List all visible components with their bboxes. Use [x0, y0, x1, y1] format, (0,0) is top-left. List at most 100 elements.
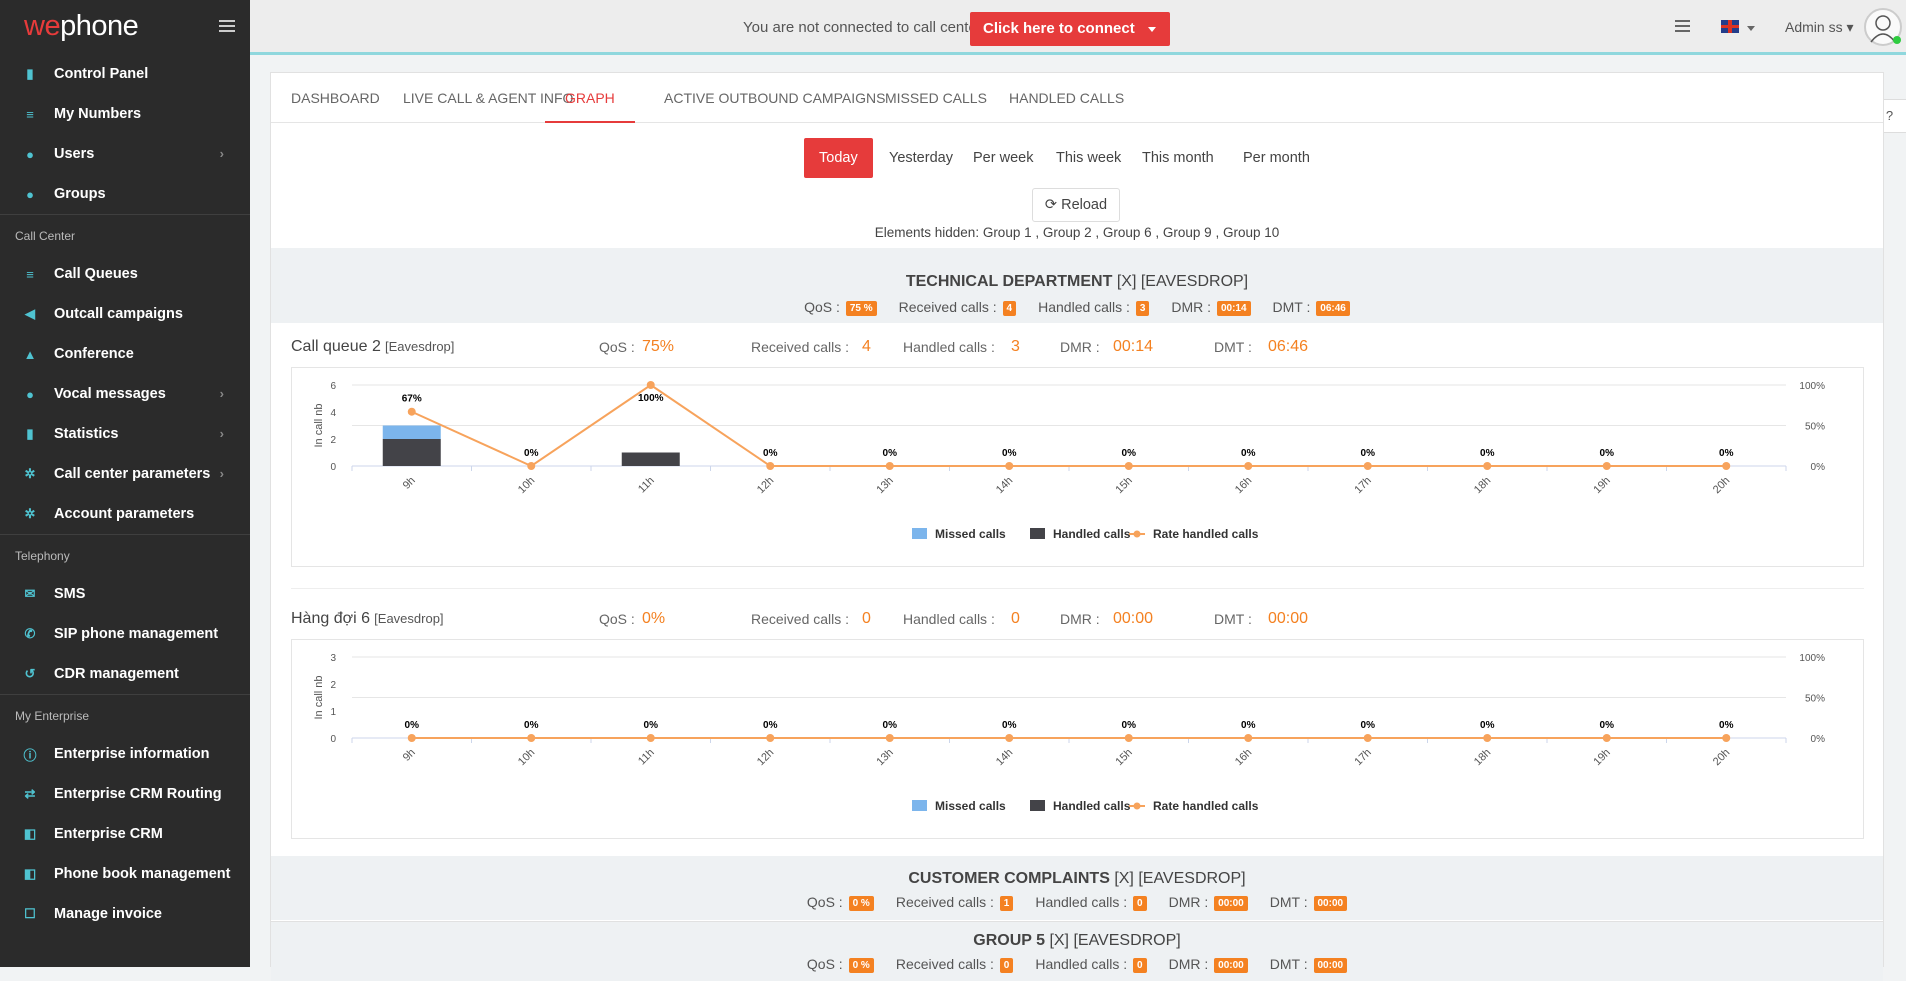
group-name: GROUP 5	[973, 932, 1045, 949]
rate-data-label: 100%	[638, 393, 664, 404]
logo[interactable]: wephone	[24, 10, 139, 43]
group-title: CUSTOMER COMPLAINTS [X] [EAVESDROP]	[271, 870, 1883, 888]
sidebar-item-enterprise-crm[interactable]: ◧ Enterprise CRM	[0, 814, 250, 854]
nav-call-center: ≡ Call Queues ◀ Outcall campaigns ▲ Conferenc…	[0, 254, 250, 534]
rate-point	[1722, 462, 1731, 470]
queue-stat-label-qos: QoS :	[599, 611, 635, 627]
queue-stat-label-handled: Handled calls :	[903, 339, 995, 355]
sidebar-item-sms[interactable]: ✉ SMS	[0, 574, 250, 614]
filter-per-month[interactable]: Per month	[1228, 138, 1325, 178]
sidebar-item-outcall-campaigns[interactable]: ◀ Outcall campaigns	[0, 294, 250, 334]
avatar[interactable]	[1864, 8, 1902, 46]
x-tick-label: 15h	[1113, 475, 1134, 496]
sidebar-item-call-center-parameters[interactable]: ✲ Call center parameters ›	[0, 454, 250, 494]
sidebar-item-label: Call Queues	[54, 266, 138, 282]
filter-today[interactable]: Today	[804, 138, 873, 178]
sidebar-item-conference[interactable]: ▲ Conference	[0, 334, 250, 374]
reload-label: Reload	[1061, 197, 1108, 213]
legend-handled-swatch	[1030, 528, 1045, 539]
divider	[291, 588, 1864, 589]
group-actions[interactable]: [X] [EAVESDROP]	[1114, 870, 1245, 887]
sidebar-item-groups[interactable]: ● Groups	[0, 174, 250, 214]
language-caret-icon[interactable]	[1747, 26, 1755, 31]
sidebar-item-phone-book-management[interactable]: ◧ Phone book management	[0, 854, 250, 894]
sidebar-item-users[interactable]: ● Users ›	[0, 134, 250, 174]
sidebar-item-label: Users	[54, 146, 95, 162]
sidebar-item-manage-invoice[interactable]: ☐ Manage invoice	[0, 894, 250, 934]
sidebar-item-cdr-management[interactable]: ↺ CDR management	[0, 654, 250, 694]
stat-badge-dmr: 00:14	[1216, 301, 1251, 316]
rate-data-label: 0%	[405, 720, 420, 731]
filter-this-week[interactable]: This week	[1041, 138, 1136, 178]
rate-data-label: 0%	[1241, 448, 1256, 459]
rate-point	[1722, 734, 1731, 742]
stat-badge-handled: 3	[1135, 301, 1150, 316]
stat-label-dmt: DMT :	[1272, 299, 1311, 315]
rate-data-label: 0%	[883, 448, 898, 459]
history-icon: ↺	[24, 666, 36, 681]
x-tick-label: 17h	[1352, 475, 1373, 496]
stats-icon: ▮	[26, 426, 34, 441]
rate-data-label: 0%	[1719, 448, 1734, 459]
legend-missed-label: Missed calls	[935, 527, 1006, 541]
group-actions[interactable]: [X] [EAVESDROP]	[1117, 273, 1248, 290]
group-actions[interactable]: [X] [EAVESDROP]	[1049, 932, 1180, 949]
sidebar-item-enterprise-crm-routing[interactable]: ⇄ Enterprise CRM Routing	[0, 774, 250, 814]
tab-handled-calls[interactable]: HANDLED CALLS	[1009, 73, 1124, 123]
queue-eavesdrop-link[interactable]: [Eavesdrop]	[385, 339, 454, 354]
filter-yesterday[interactable]: Yesterday	[874, 138, 968, 178]
x-tick-label: 10h	[516, 747, 537, 768]
x-tick-label: 12h	[755, 747, 776, 768]
queue-stat-value-handled: 3	[1011, 338, 1020, 355]
microphone-icon: ●	[26, 386, 34, 402]
sidebar-item-control-panel[interactable]: ▮ Control Panel	[0, 54, 250, 94]
rate-point	[407, 407, 416, 416]
sidebar-item-label: Vocal messages	[54, 386, 166, 402]
phone-icon: ✆	[24, 626, 36, 641]
sidebar-item-sip-phone-management[interactable]: ✆ SIP phone management	[0, 614, 250, 654]
rate-point	[1363, 462, 1372, 470]
group-title: GROUP 5 [X] [EAVESDROP]	[271, 932, 1883, 950]
filter-per-week[interactable]: Per week	[958, 138, 1048, 178]
x-tick-label: 16h	[1233, 747, 1254, 768]
tab-active-outbound-campaigns[interactable]: ACTIVE OUTBOUND CAMPAIGNS	[664, 73, 885, 123]
sidebar-item-enterprise-information[interactable]: ⓘ Enterprise information	[0, 734, 250, 774]
tab-missed-calls[interactable]: MISSED CALLS	[885, 73, 987, 123]
main-panel: DASHBOARD LIVE CALL & AGENT INFO GRAPH ACTI…	[270, 72, 1884, 981]
rate-point	[646, 734, 655, 742]
group-stats: QoS : 75 % Received calls : 4 Handled call…	[271, 299, 1883, 316]
menu-toggle-icon[interactable]	[219, 20, 235, 32]
queue-eavesdrop-link[interactable]: [Eavesdrop]	[374, 611, 443, 626]
queue-stat-label-dmt: DMT :	[1214, 611, 1252, 627]
rate-data-label: 0%	[1719, 720, 1734, 731]
connect-button[interactable]: Click here to connect	[970, 12, 1170, 46]
rate-point	[766, 462, 775, 470]
sidebar-item-label: SIP phone management	[54, 626, 219, 642]
tab-dashboard[interactable]: DASHBOARD	[291, 73, 380, 123]
stat-label-qos: QoS :	[806, 894, 843, 910]
rate-data-label: 0%	[1361, 448, 1376, 459]
tab-graph[interactable]: GRAPH	[545, 73, 635, 123]
y2-tick-label: 50%	[1805, 422, 1825, 433]
bar-missed-calls	[382, 425, 441, 439]
online-status-dot	[1893, 36, 1901, 44]
sidebar-item-statistics[interactable]: ▮ Statistics ›	[0, 414, 250, 454]
stat-label-dmr: DMR :	[1171, 299, 1212, 315]
queue-stat-value-qos: 75%	[642, 338, 675, 355]
sidebar-item-account-parameters[interactable]: ✲ Account parameters	[0, 494, 250, 534]
filter-this-month[interactable]: This month	[1127, 138, 1229, 178]
sidebar-item-label: My Numbers	[54, 106, 142, 122]
sidebar-item-my-numbers[interactable]: ≡ My Numbers	[0, 94, 250, 134]
x-tick-label: 10h	[516, 475, 537, 496]
x-tick-label: 16h	[1233, 475, 1254, 496]
rate-point	[885, 462, 894, 470]
stat-badge-received: 0	[999, 958, 1014, 973]
sidebar-item-call-queues[interactable]: ≡ Call Queues	[0, 254, 250, 294]
x-tick-label: 14h	[994, 747, 1015, 768]
uk-flag-icon[interactable]	[1721, 20, 1739, 33]
reload-button[interactable]: ⟳ Reload	[1032, 188, 1120, 222]
list-view-icon[interactable]	[1675, 20, 1690, 32]
sidebar-item-vocal-messages[interactable]: ● Vocal messages ›	[0, 374, 250, 414]
user-menu[interactable]: Admin ss ▾	[1785, 19, 1854, 36]
y-axis-label: In call nb	[313, 675, 325, 719]
